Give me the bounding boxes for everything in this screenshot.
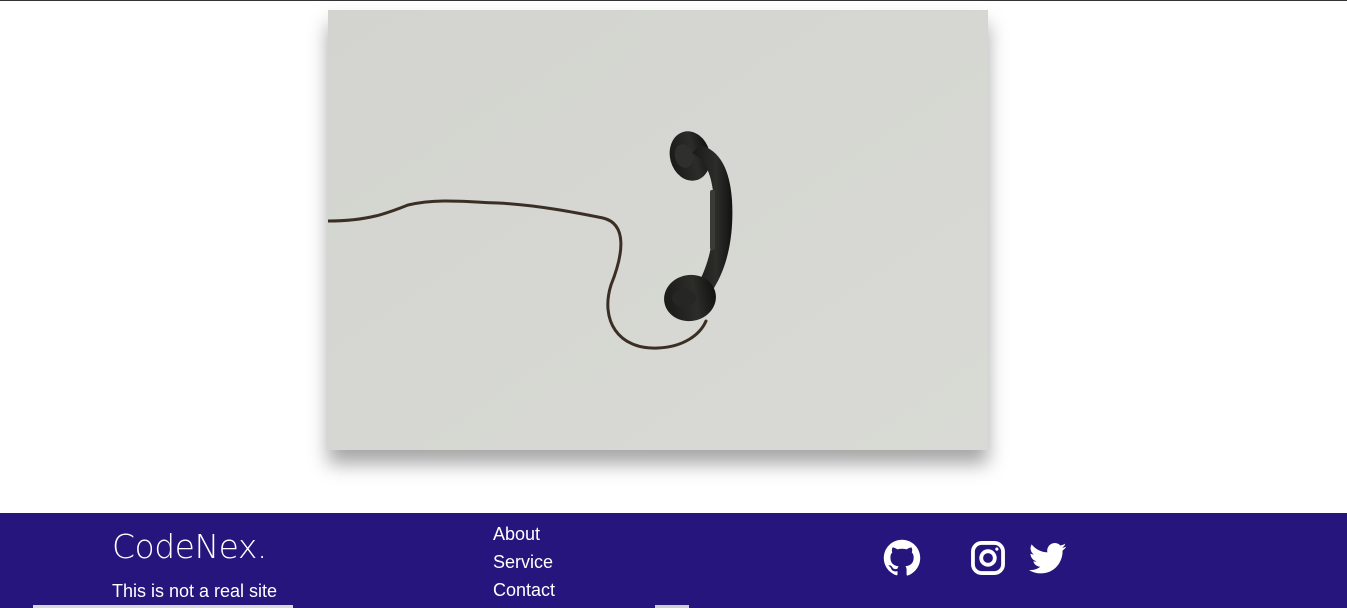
- instagram-icon[interactable]: [969, 539, 1007, 577]
- top-divider: [0, 0, 1347, 1]
- footer-link-service[interactable]: Service: [493, 548, 555, 576]
- footer-link-about[interactable]: About: [493, 520, 555, 548]
- twitter-icon[interactable]: [1029, 539, 1067, 577]
- github-icon[interactable]: [883, 539, 921, 577]
- site-footer: CodeNex. This is not a real site About S…: [0, 513, 1347, 608]
- hero-telephone-image: [328, 10, 988, 450]
- footer-nav: About Service Contact: [493, 520, 555, 604]
- brand-logo[interactable]: CodeNex.: [112, 527, 267, 566]
- telephone-illustration: [328, 10, 988, 450]
- footer-link-contact[interactable]: Contact: [493, 576, 555, 604]
- footer-tagline: This is not a real site: [112, 581, 278, 601]
